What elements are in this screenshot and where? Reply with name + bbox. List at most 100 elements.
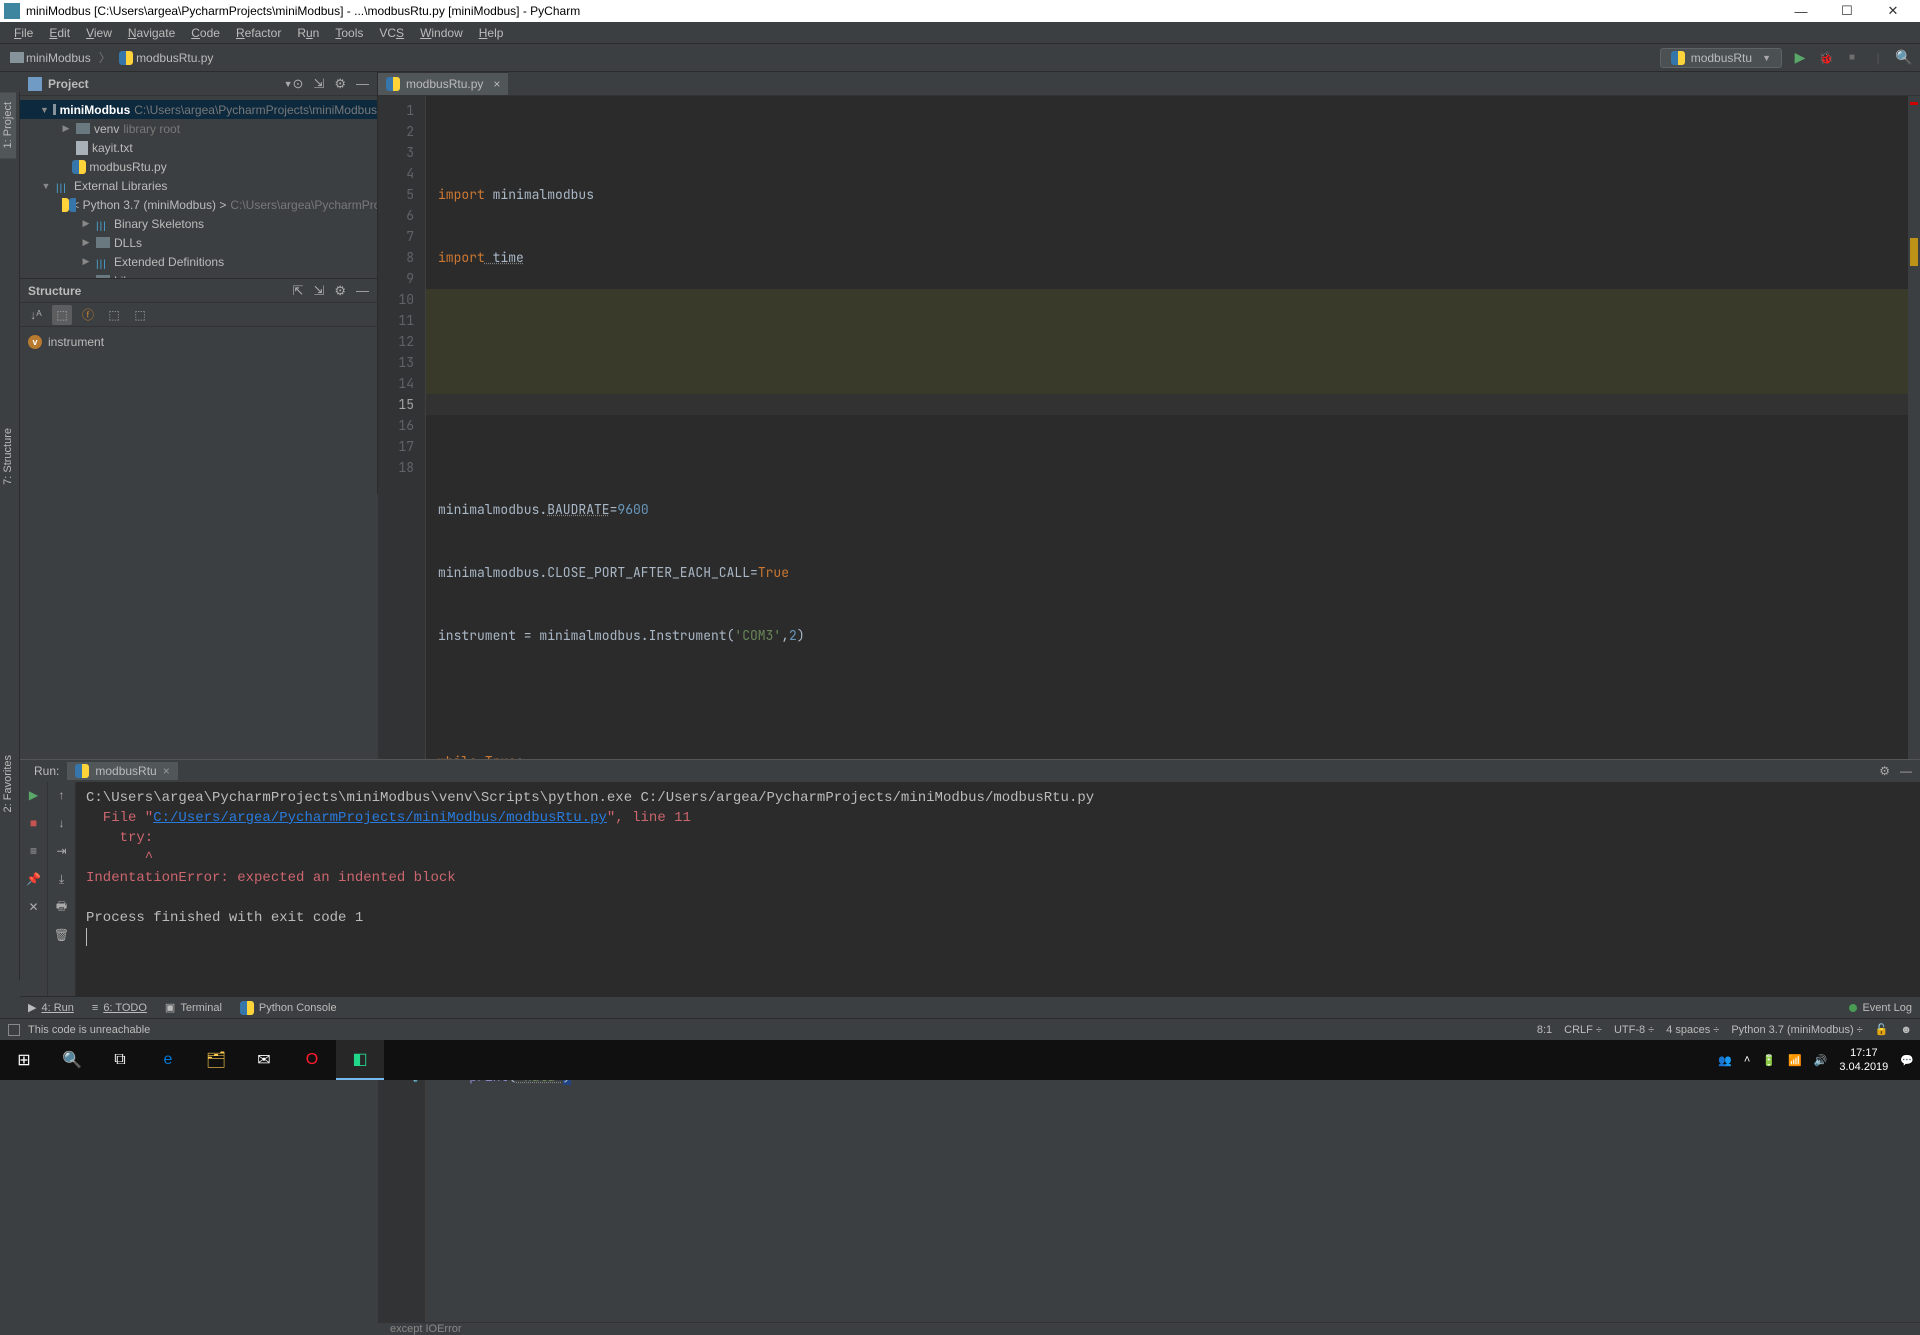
file-encoding[interactable]: UTF-8 ÷ [1614, 1024, 1654, 1036]
tab-terminal[interactable]: ▣ Terminal [165, 1001, 222, 1014]
breadcrumb-project[interactable]: miniModbus [8, 51, 93, 65]
inspections-icon[interactable]: ☻ [1900, 1024, 1912, 1036]
start-button[interactable]: ⊞ [0, 1040, 48, 1080]
search-everywhere-button[interactable]: 🔍 [1896, 50, 1912, 66]
project-tree[interactable]: ▼miniModbusC:\Users\argea\PycharmProject… [20, 96, 377, 294]
tab-favorites[interactable]: 2: Favorites [0, 745, 16, 822]
down-button[interactable]: ↓ [53, 814, 71, 832]
up-button[interactable]: ↑ [53, 786, 71, 804]
hide-icon[interactable]: — [356, 283, 369, 299]
tab-todo[interactable]: ≡ 6: TODO [92, 1002, 147, 1014]
tree-extended-definitions[interactable]: ▶Extended Definitions [20, 252, 377, 271]
mail-app[interactable]: ✉ [240, 1040, 288, 1080]
menu-edit[interactable]: Edit [41, 24, 78, 42]
clear-button[interactable]: 🗑 [53, 926, 71, 944]
chevron-down-icon[interactable]: ▼ [284, 79, 293, 89]
wrap-button[interactable]: ⇥ [53, 842, 71, 860]
menu-vcs[interactable]: VCS [371, 24, 412, 42]
readonly-lock-icon[interactable]: 🔓 [1875, 1023, 1889, 1036]
tab-project[interactable]: 1: Project [0, 92, 16, 158]
menu-view[interactable]: View [78, 24, 120, 42]
search-button[interactable]: 🔍 [48, 1040, 96, 1080]
tree-root[interactable]: ▼miniModbusC:\Users\argea\PycharmProject… [20, 100, 377, 119]
tree-dlls[interactable]: ▶DLLs [20, 233, 377, 252]
line-separator[interactable]: CRLF ÷ [1564, 1024, 1602, 1036]
edge-app[interactable]: e [144, 1040, 192, 1080]
menu-run[interactable]: Run [289, 24, 327, 42]
menu-code[interactable]: Code [183, 24, 228, 42]
error-stripe[interactable] [1908, 96, 1920, 1322]
hide-icon[interactable]: — [1900, 764, 1912, 778]
gutter[interactable]: 1 2 3 4 5 6 7 8 9 10 11 12 13 14 15 16 1… [378, 96, 426, 1322]
menu-window[interactable]: Window [412, 24, 471, 42]
structure-item[interactable]: v instrument [28, 333, 369, 351]
code-content[interactable]: import minimalmodbus import time import … [426, 96, 1920, 1322]
pycharm-app[interactable]: ◧ [336, 1040, 384, 1080]
tree-external-libraries[interactable]: ▼External Libraries [20, 176, 377, 195]
expand-icon[interactable]: ⇱ [293, 283, 304, 299]
gear-icon[interactable]: ⚙ [334, 76, 346, 92]
python-interpreter[interactable]: Python 3.7 (miniModbus) ÷ [1731, 1024, 1862, 1036]
wifi-icon[interactable]: 📶 [1788, 1054, 1802, 1067]
collapse-icon[interactable]: ⇲ [313, 283, 324, 299]
opera-app[interactable]: O [288, 1040, 336, 1080]
console-output[interactable]: C:\Users\argea\PycharmProjects\miniModbu… [76, 782, 1920, 996]
rerun-button[interactable]: ▶ [25, 786, 43, 804]
editor-tab[interactable]: modbusRtu.py × [378, 72, 508, 95]
run-config-selector[interactable]: modbusRtu ▼ [1660, 48, 1782, 68]
tab-run-bottom[interactable]: ▶ 4: Run [28, 1001, 74, 1014]
gear-icon[interactable]: ⚙ [1879, 764, 1890, 778]
taskbar-clock[interactable]: 17:17 3.04.2019 [1839, 1046, 1888, 1074]
show-fields-button[interactable]: ⓕ [78, 305, 98, 325]
tree-file-py[interactable]: modbusRtu.py [20, 157, 377, 176]
menu-file[interactable]: File [6, 24, 41, 42]
tab-structure[interactable]: 7: Structure [0, 418, 16, 495]
debug-button[interactable]: 🐞 [1818, 50, 1834, 66]
tree-python-env[interactable]: ▼ < Python 3.7 (miniModbus) >C:\Users\ar… [20, 195, 377, 214]
editor-breadcrumb[interactable]: except IOError [378, 1322, 1920, 1335]
close-tab-icon[interactable]: × [493, 77, 500, 91]
stop-button[interactable]: ■ [1844, 50, 1860, 66]
collapse-icon[interactable]: ⇲ [313, 76, 324, 92]
close-process-button[interactable]: ✕ [25, 898, 43, 916]
run-button[interactable]: ▶ [1792, 50, 1808, 66]
stop-process-button[interactable]: ■ [25, 814, 43, 832]
menu-tools[interactable]: Tools [327, 24, 371, 42]
indent-settings[interactable]: 4 spaces ÷ [1666, 1024, 1719, 1036]
code-editor[interactable]: 1 2 3 4 5 6 7 8 9 10 11 12 13 14 15 16 1… [378, 96, 1920, 1322]
gear-icon[interactable]: ⚙ [334, 283, 346, 299]
tool-windows-icon[interactable] [8, 1024, 20, 1036]
tray-overflow-icon[interactable]: ˄ [1744, 1054, 1750, 1066]
task-view-button[interactable]: ⧉ [96, 1040, 144, 1080]
menu-refactor[interactable]: Refactor [228, 24, 289, 42]
explorer-app[interactable]: 🗂 [192, 1040, 240, 1080]
filter-button-1[interactable]: ⬚ [52, 305, 72, 325]
pin-button[interactable]: 📌 [25, 870, 43, 888]
sort-alpha-button[interactable]: ↓ᴬ [26, 305, 46, 325]
tree-binary-skeletons[interactable]: ▶Binary Skeletons [20, 214, 377, 233]
scroll-end-button[interactable]: ⤓ [53, 870, 71, 888]
print-button[interactable]: 🖶 [53, 898, 71, 916]
filter-button-2[interactable]: ⬚ [104, 305, 124, 325]
battery-icon[interactable]: 🔋 [1762, 1054, 1776, 1067]
filter-button-3[interactable]: ⬚ [130, 305, 150, 325]
hide-icon[interactable]: — [356, 76, 369, 92]
run-tab[interactable]: modbusRtu × [67, 762, 177, 780]
maximize-button[interactable]: ☐ [1824, 0, 1870, 22]
tree-file-txt[interactable]: kayit.txt [20, 138, 377, 157]
menu-navigate[interactable]: Navigate [120, 24, 183, 42]
breadcrumb-file[interactable]: modbusRtu.py [117, 51, 216, 65]
caret-position[interactable]: 8:1 [1537, 1024, 1552, 1036]
volume-icon[interactable]: 🔊 [1814, 1054, 1828, 1067]
tab-python-console[interactable]: Python Console [240, 1001, 337, 1015]
close-button[interactable]: ✕ [1870, 0, 1916, 22]
menu-help[interactable]: Help [471, 24, 512, 42]
locate-icon[interactable]: ⊙ [293, 76, 304, 92]
action-center-icon[interactable]: 💬 [1900, 1054, 1914, 1067]
minimize-button[interactable]: — [1778, 0, 1824, 22]
close-tab-icon[interactable]: × [163, 764, 170, 778]
event-log-button[interactable]: Event Log [1849, 1002, 1912, 1014]
people-icon[interactable]: 👥 [1718, 1054, 1732, 1067]
tree-venv[interactable]: ▶venvlibrary root [20, 119, 377, 138]
layout-button[interactable]: ≡ [25, 842, 43, 860]
